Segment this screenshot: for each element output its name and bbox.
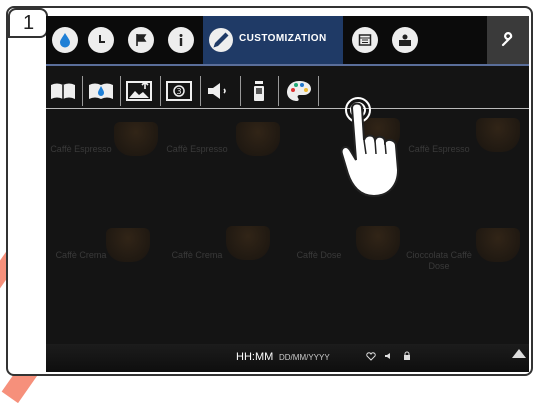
clock-date: DD/MM/YYYY [279, 353, 330, 362]
status-icons [366, 351, 412, 361]
beverage-grid: Caffè Espresso Caffè Espresso Caffè Espr… [46, 108, 529, 338]
drop-icon[interactable] [52, 27, 78, 53]
screensaver-icon[interactable]: 3 [164, 78, 194, 104]
beverage-label: Caffè Crema [171, 250, 223, 260]
toolbar-divider [200, 76, 201, 106]
beverage-label: Caffè Espresso [408, 144, 470, 154]
expand-up-icon[interactable] [512, 349, 526, 358]
cup-image [356, 226, 400, 260]
beverage-label: Caffè Espresso [166, 144, 228, 154]
cup-image [476, 228, 520, 262]
toolbar-divider [278, 76, 279, 106]
pencil-icon [209, 28, 233, 52]
flag-icon[interactable] [128, 27, 154, 53]
wrench-icon[interactable] [487, 16, 529, 64]
toolbar-divider [318, 76, 319, 106]
beverage-label: Caffè Espresso [50, 144, 112, 154]
toolbar-divider [120, 76, 121, 106]
cup-sizes-icon[interactable] [244, 78, 274, 104]
step-number: 1 [23, 12, 35, 34]
toolbar-divider [160, 76, 161, 106]
step-badge: 1 [8, 8, 48, 38]
cup-image [476, 118, 520, 152]
customization-toolbar: 3 [46, 72, 529, 109]
speaker-icon[interactable] [204, 78, 234, 104]
user-card-icon[interactable] [392, 27, 418, 53]
top-navigation-bar: CUSTOMIZATION [46, 16, 529, 66]
info-icon[interactable] [168, 27, 194, 53]
cup-image [114, 122, 158, 156]
book-icon[interactable] [48, 78, 78, 104]
cup-image [226, 226, 270, 260]
volume-icon [385, 353, 390, 359]
book-drop-icon[interactable] [86, 78, 116, 104]
tab-customization-label: CUSTOMIZATION [239, 33, 327, 44]
svg-text:3: 3 [177, 87, 182, 96]
cup-image [236, 122, 280, 156]
calendar-icon[interactable] [352, 27, 378, 53]
machine-display: Caffè Espresso Caffè Espresso Caffè Espr… [46, 16, 529, 372]
status-bar: HH:MM DD/MM/YYYY [46, 344, 529, 372]
beverage-label: Caffè Crema [55, 250, 107, 260]
lock-icon [404, 351, 410, 360]
beverage-label: Cioccolata Caffè Dose [406, 250, 472, 271]
tab-customization[interactable]: CUSTOMIZATION [203, 16, 343, 64]
pointing-hand-icon [340, 97, 400, 198]
clock-time: HH:MM [236, 351, 274, 363]
beverage-label: Caffè Dose [296, 250, 342, 260]
toolbar-divider [82, 76, 83, 106]
clock-icon[interactable] [88, 27, 114, 53]
palette-icon[interactable] [284, 78, 314, 104]
toolbar-divider [240, 76, 241, 106]
image-upload-icon[interactable] [124, 78, 154, 104]
heart-icon [366, 352, 376, 361]
